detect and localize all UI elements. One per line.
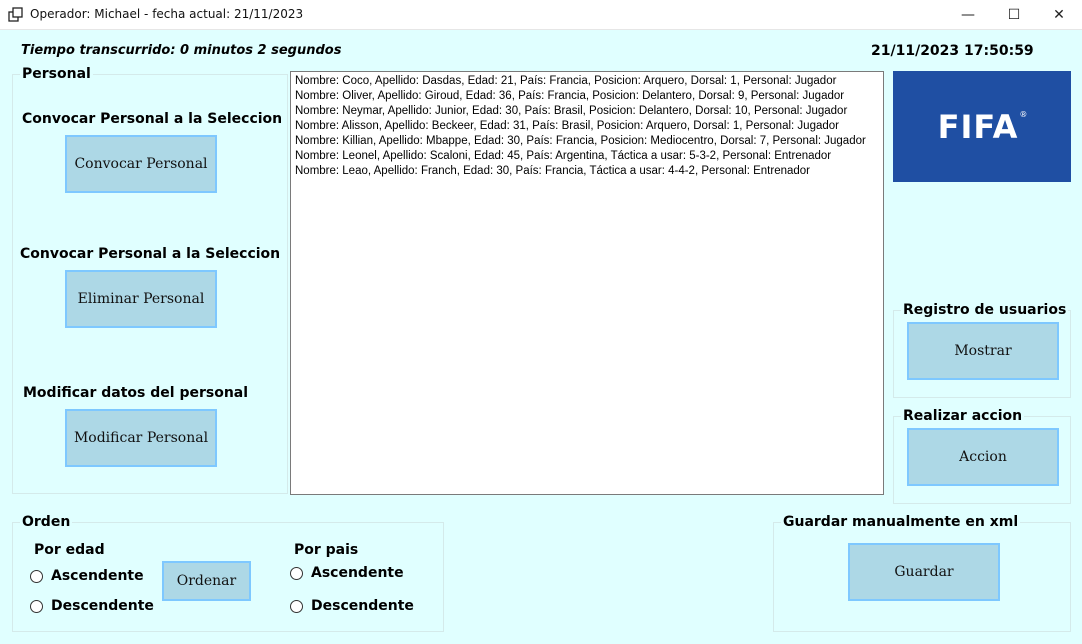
- list-item[interactable]: Nombre: Leao, Apellido: Franch, Edad: 30…: [295, 164, 879, 179]
- personal-group-title: Personal: [20, 66, 93, 82]
- radio-circle: [30, 569, 43, 583]
- list-item[interactable]: Nombre: Coco, Apellido: Dasdas, Edad: 21…: [295, 74, 879, 89]
- radio-circle: [290, 566, 303, 580]
- guardar-group-title: Guardar manualmente en xml: [781, 514, 1021, 530]
- por-pais-label: Por pais: [294, 542, 359, 558]
- list-item[interactable]: Nombre: Oliver, Apellido: Giroud, Edad: …: [295, 89, 879, 104]
- radio-circle: [290, 599, 303, 613]
- eliminar-personal-button[interactable]: Eliminar Personal: [65, 270, 217, 328]
- edad-ascendente-radio[interactable]: Ascendente: [30, 568, 144, 584]
- maximize-button[interactable]: ☐: [991, 0, 1037, 30]
- eliminar-heading: Convocar Personal a la Seleccion: [20, 246, 281, 262]
- radio-label: Descendente: [311, 598, 414, 614]
- ordenar-button[interactable]: Ordenar: [162, 561, 251, 601]
- list-item[interactable]: Nombre: Leonel, Apellido: Scaloni, Edad:…: [295, 149, 879, 164]
- window-title: Operador: Michael - fecha actual: 21/11/…: [30, 7, 304, 21]
- list-item[interactable]: Nombre: Killian, Apellido: Mbappe, Edad:…: [295, 134, 879, 149]
- edad-descendente-radio[interactable]: Descendente: [30, 598, 154, 614]
- radio-circle: [30, 599, 43, 613]
- minimize-button[interactable]: —: [945, 0, 991, 30]
- mostrar-button[interactable]: Mostrar: [907, 322, 1059, 380]
- convocar-personal-button[interactable]: Convocar Personal: [65, 135, 217, 193]
- list-item[interactable]: Nombre: Alisson, Apellido: Beckeer, Edad…: [295, 119, 879, 134]
- elapsed-time-label: Tiempo transcurrido: 0 minutos 2 segundo…: [21, 43, 342, 58]
- pais-descendente-radio[interactable]: Descendente: [290, 598, 414, 614]
- app-icon: [8, 7, 23, 22]
- registro-group-title: Registro de usuarios: [901, 302, 1069, 318]
- fifa-registered-mark: ®: [1019, 110, 1028, 119]
- radio-label: Ascendente: [51, 568, 144, 584]
- orden-group-title: Orden: [20, 514, 73, 530]
- title-bar: Operador: Michael - fecha actual: 21/11/…: [0, 0, 1082, 30]
- accion-group-title: Realizar accion: [901, 408, 1025, 424]
- por-edad-label: Por edad: [34, 542, 105, 558]
- radio-label: Descendente: [51, 598, 154, 614]
- clock-label: 21/11/2023 17:50:59: [871, 43, 1034, 59]
- convocar-heading: Convocar Personal a la Seleccion: [22, 111, 283, 127]
- close-button[interactable]: ✕: [1036, 0, 1082, 30]
- fifa-logo: FIFA ®: [893, 71, 1071, 182]
- pais-ascendente-radio[interactable]: Ascendente: [290, 565, 404, 581]
- list-item[interactable]: Nombre: Neymar, Apellido: Junior, Edad: …: [295, 104, 879, 119]
- modificar-personal-button[interactable]: Modificar Personal: [65, 409, 217, 467]
- radio-label: Ascendente: [311, 565, 404, 581]
- modificar-heading: Modificar datos del personal: [23, 385, 249, 401]
- guardar-button[interactable]: Guardar: [848, 543, 1000, 601]
- fifa-logo-text: FIFA: [937, 107, 1019, 146]
- personal-listbox[interactable]: Nombre: Coco, Apellido: Dasdas, Edad: 21…: [290, 71, 884, 495]
- accion-button[interactable]: Accion: [907, 428, 1059, 486]
